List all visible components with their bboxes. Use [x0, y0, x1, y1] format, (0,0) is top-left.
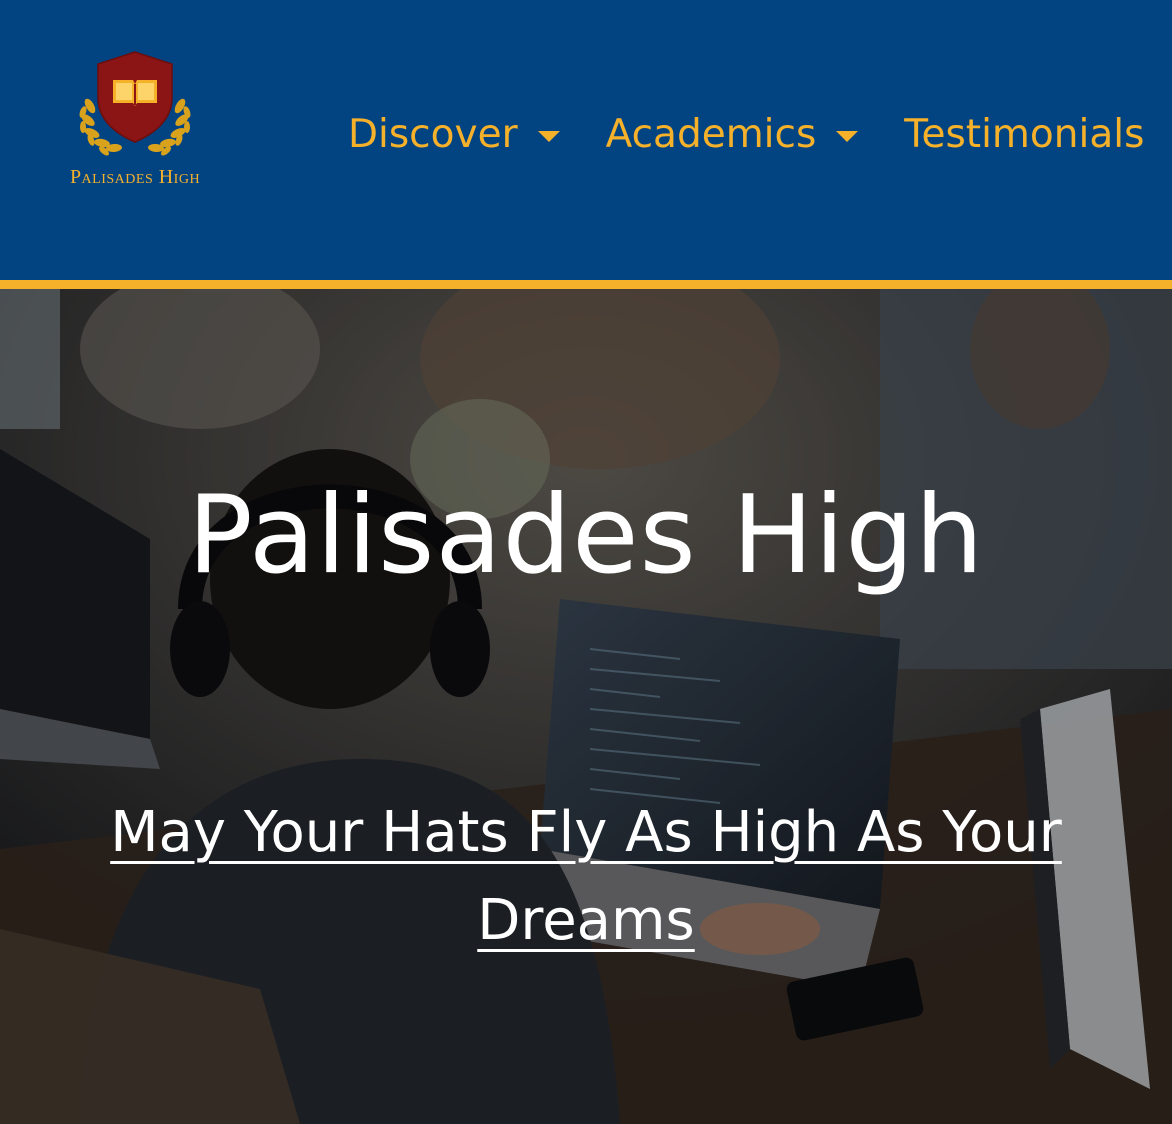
school-logo-link[interactable]: Palisades High [40, 48, 230, 198]
nav-item-label: Academics [605, 111, 817, 157]
hero-dark-overlay [0, 289, 1172, 1124]
site-header: Palisades High Discover Academics Testim… [0, 0, 1172, 280]
main-navigation: Discover Academics Testimonials [330, 104, 1162, 164]
shield-book-laurel-icon [79, 51, 191, 156]
nav-item-label: Discover [348, 111, 518, 157]
nav-item-label: Testimonials [904, 111, 1145, 157]
nav-item-academics[interactable]: Academics [588, 112, 877, 157]
nav-item-discover[interactable]: Discover [330, 112, 578, 157]
hero-section: Palisades High May Your Hats Fly As High… [0, 289, 1172, 1124]
caret-down-icon[interactable] [836, 130, 859, 142]
caret-down-icon[interactable] [537, 130, 560, 142]
nav-item-testimonials[interactable]: Testimonials [886, 112, 1162, 157]
hero-tagline-link[interactable]: May Your Hats Fly As High As Your Dreams [80, 789, 1092, 965]
header-accent-stripe [0, 280, 1172, 289]
logo-text: Palisades High [69, 166, 201, 188]
hero-title: Palisades High [187, 473, 985, 598]
